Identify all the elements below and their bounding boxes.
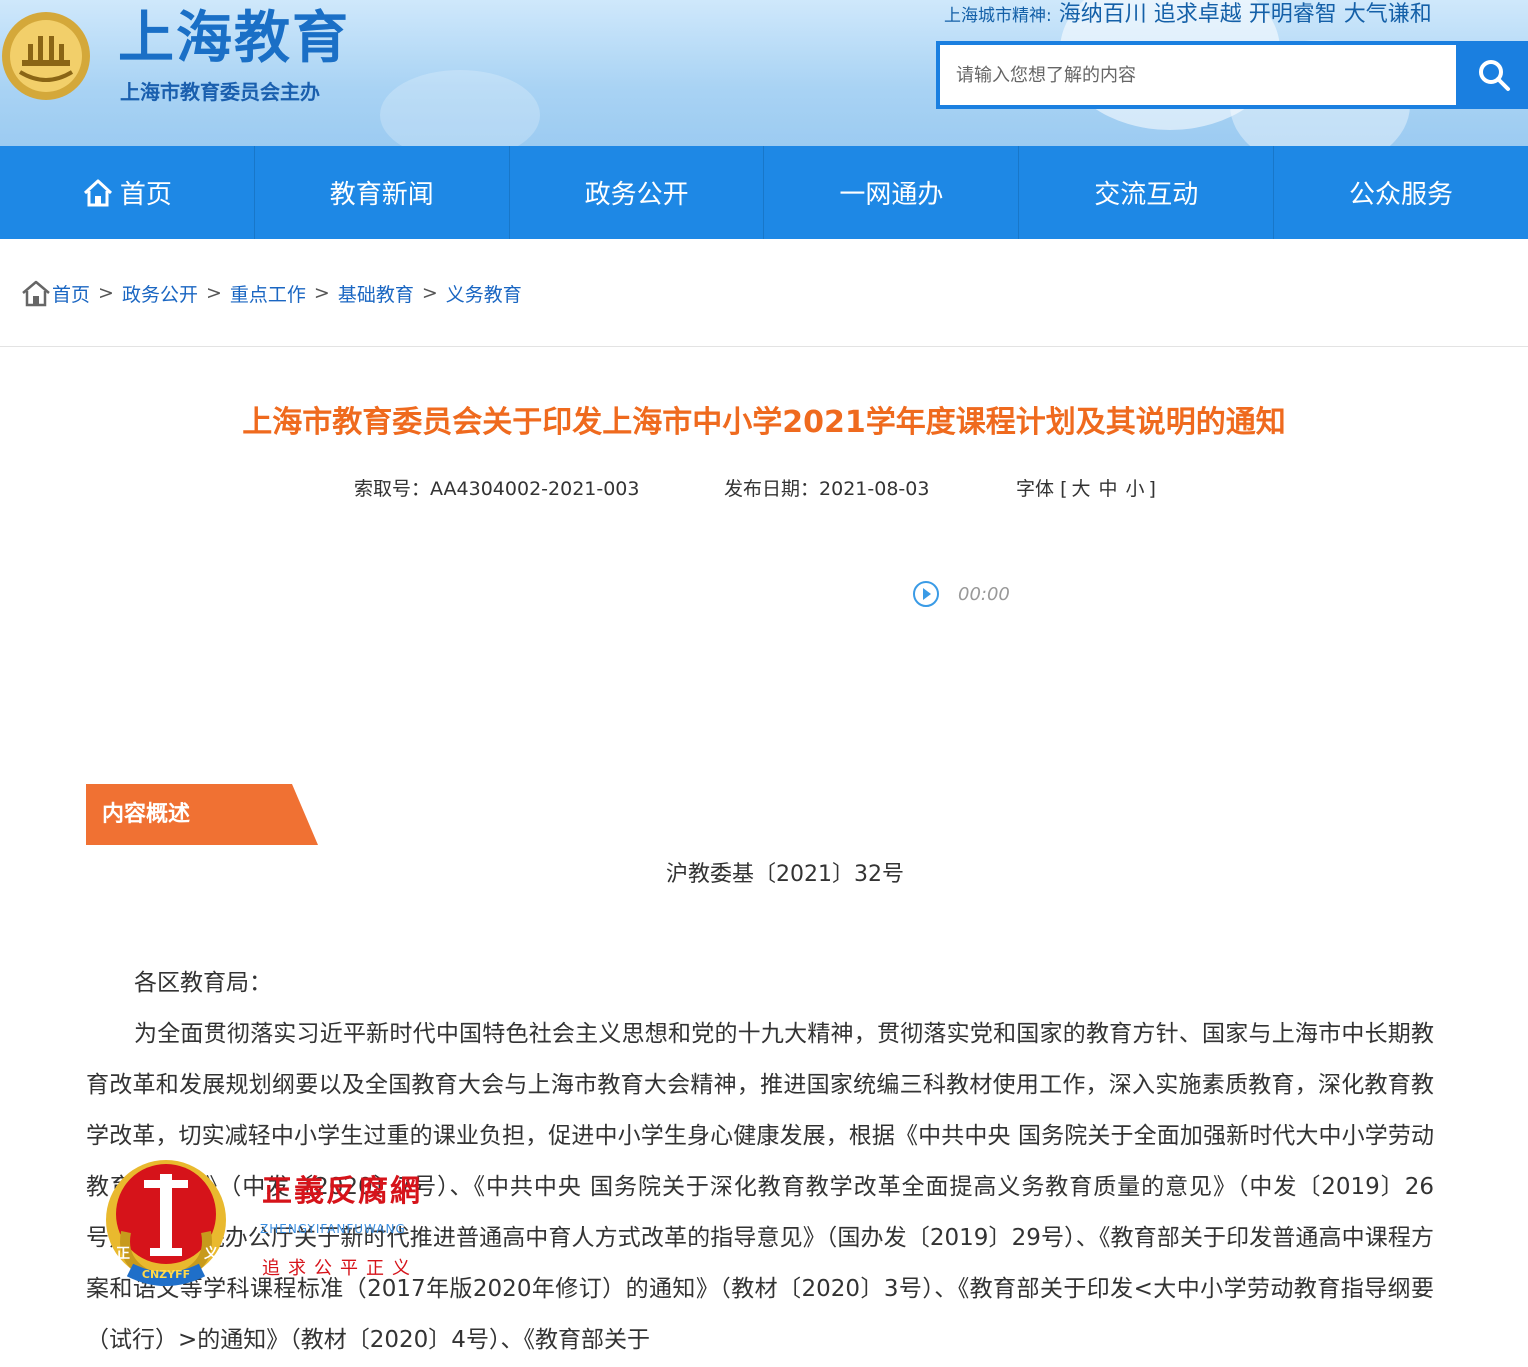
nav-item-one-stop-service[interactable]: 一网通办 bbox=[764, 146, 1020, 239]
watermark-motto: 追求公平正义 bbox=[262, 1258, 418, 1279]
city-slogan: 上海城市精神: 海纳百川 追求卓越 开明睿智 大气谦和 bbox=[944, 0, 1432, 31]
home-icon[interactable] bbox=[20, 278, 52, 308]
font-size-small[interactable]: 小 bbox=[1126, 478, 1145, 500]
breadcrumb-home[interactable]: 首页 bbox=[52, 280, 90, 307]
date-value: 2021-08-03 bbox=[819, 478, 930, 500]
breadcrumb-separator: > bbox=[421, 282, 438, 304]
home-icon bbox=[83, 179, 112, 206]
search-icon bbox=[1479, 60, 1510, 91]
nav-label: 首页 bbox=[119, 180, 172, 210]
breadcrumb-separator: > bbox=[205, 282, 222, 304]
nav-label: 交流互动 bbox=[1094, 180, 1199, 210]
index-value: AA4304002-2021-003 bbox=[430, 478, 640, 500]
font-size-bracket-close: ] bbox=[1148, 478, 1156, 500]
site-title[interactable]: 上海教育 bbox=[118, 4, 350, 74]
nav-item-education-news[interactable]: 教育新闻 bbox=[255, 146, 510, 239]
breadcrumb-separator: > bbox=[313, 282, 330, 304]
nav-label: 政务公开 bbox=[584, 180, 689, 210]
nav-label: 一网通办 bbox=[839, 180, 944, 210]
search-input[interactable] bbox=[940, 45, 1456, 105]
article-index: 索取号：AA4304002-2021-003 bbox=[354, 474, 640, 504]
font-size-medium[interactable]: 中 bbox=[1099, 478, 1118, 500]
font-size-switcher: 字体 [大中小] bbox=[1016, 474, 1156, 504]
date-label: 发布日期： bbox=[724, 478, 820, 500]
site-subtitle: 上海市教育委员会主办 bbox=[120, 80, 320, 104]
audio-player[interactable]: 00:00 bbox=[912, 580, 1010, 608]
shanghai-education-emblem-icon[interactable] bbox=[0, 6, 100, 102]
nav-item-interaction[interactable]: 交流互动 bbox=[1019, 146, 1275, 239]
breadcrumb-separator: > bbox=[98, 282, 114, 304]
font-size-bracket-open: [ bbox=[1060, 478, 1068, 500]
breadcrumb-key-work[interactable]: 重点工作 bbox=[230, 280, 306, 307]
svg-text:正: 正 bbox=[116, 1246, 130, 1262]
salutation: 各区教育局： bbox=[134, 970, 272, 996]
slogan-label: 上海城市精神: bbox=[944, 6, 1052, 26]
search-button[interactable] bbox=[1460, 45, 1528, 105]
font-size-label: 字体 bbox=[1016, 478, 1055, 500]
breadcrumb-divider bbox=[0, 346, 1528, 347]
svg-text:义: 义 bbox=[204, 1245, 218, 1262]
breadcrumb: 首页 > 政务公开 > 重点工作 > 基础教育 > 义务教育 bbox=[20, 276, 522, 310]
watermark-badge-logo: CNZYFF 正 义 bbox=[106, 1160, 226, 1286]
svg-text:CNZYFF: CNZYFF bbox=[142, 1268, 190, 1281]
content-summary-tab: 内容概述 bbox=[86, 784, 318, 845]
nav-label: 公众服务 bbox=[1349, 180, 1454, 210]
watermark-pinyin: ZHENGYIFANFUWANG bbox=[260, 1222, 406, 1236]
site-header: 上海教育 上海市教育委员会主办 上海城市精神: 海纳百川 追求卓越 开明睿智 大… bbox=[0, 0, 1528, 146]
document-number: 沪教委基〔2021〕32号 bbox=[666, 862, 904, 887]
main-nav: 首页 教育新闻 政务公开 一网通办 交流互动 公众服务 bbox=[0, 146, 1528, 239]
nav-item-public-service[interactable]: 公众服务 bbox=[1274, 146, 1528, 239]
watermark-site-name: 正義反腐網 bbox=[262, 1174, 422, 1209]
header-flower-decoration bbox=[380, 70, 540, 146]
play-icon[interactable] bbox=[912, 580, 940, 608]
breadcrumb-compulsory-education[interactable]: 义务教育 bbox=[446, 280, 522, 307]
article-date: 发布日期：2021-08-03 bbox=[724, 474, 929, 504]
breadcrumb-government-affairs[interactable]: 政务公开 bbox=[122, 280, 198, 307]
article-title: 上海市教育委员会关于印发上海市中小学2021学年度课程计划及其说明的通知 bbox=[242, 405, 1286, 440]
slogan-text: 海纳百川 追求卓越 开明睿智 大气谦和 bbox=[1058, 2, 1432, 27]
breadcrumb-basic-education[interactable]: 基础教育 bbox=[338, 280, 414, 307]
nav-label: 教育新闻 bbox=[329, 180, 434, 210]
nav-item-government-affairs[interactable]: 政务公开 bbox=[510, 146, 765, 239]
index-label: 索取号： bbox=[354, 478, 431, 500]
watermark: CNZYFF 正 义 正義反腐網 ZHENGYIFANFUWANG 追求公平正义 bbox=[100, 1152, 440, 1292]
audio-time: 00:00 bbox=[958, 583, 1010, 605]
nav-item-home[interactable]: 首页 bbox=[0, 146, 255, 239]
summary-tab-label: 内容概述 bbox=[102, 802, 191, 827]
font-size-large[interactable]: 大 bbox=[1071, 478, 1090, 500]
search-box bbox=[936, 41, 1528, 109]
